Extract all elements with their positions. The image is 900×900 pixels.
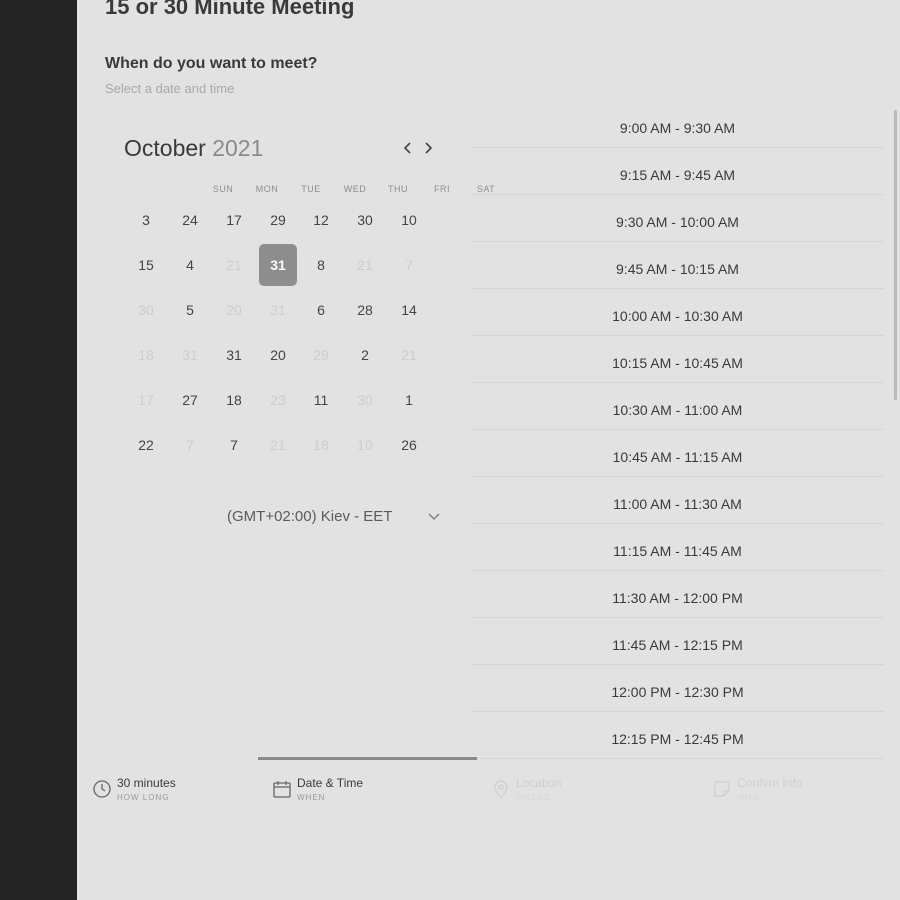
calendar-day: 17 <box>138 392 154 408</box>
time-slot-button[interactable]: 9:15 AM - 9:45 AM <box>471 155 884 195</box>
month-label: October <box>124 135 206 161</box>
calendar-day[interactable]: 7 <box>215 426 253 464</box>
calendar-day[interactable]: 17 <box>215 201 253 239</box>
calendar-day[interactable]: 2 <box>346 336 384 374</box>
section-title: When do you want to meet? <box>105 55 318 72</box>
time-slot-button[interactable]: 9:00 AM - 9:30 AM <box>471 108 884 148</box>
time-slot-button[interactable]: 10:15 AM - 10:45 AM <box>471 343 884 383</box>
calendar-day: 21 <box>226 257 242 273</box>
page-title: 15 or 30 Minute Meeting <box>105 0 355 19</box>
calendar-day[interactable]: 29 <box>259 201 297 239</box>
calendar-day-selected[interactable]: 31 <box>259 244 297 286</box>
weekday-thu: THU <box>388 184 408 194</box>
clock-icon <box>93 780 111 798</box>
time-slot-button[interactable]: 10:45 AM - 11:15 AM <box>471 437 884 477</box>
calendar-day: 21 <box>270 437 286 453</box>
step-subtitle: WHERE <box>516 793 551 802</box>
calendar-day[interactable]: 22 <box>127 426 165 464</box>
time-slot-button[interactable]: 12:15 PM - 12:45 PM <box>471 719 884 759</box>
step-location: Location WHERE <box>490 771 660 807</box>
calendar-day[interactable]: 5 <box>171 291 209 329</box>
step-subtitle: WHEN <box>297 793 326 802</box>
time-slot-scrollbar[interactable] <box>894 110 897 400</box>
active-step-indicator <box>258 757 477 760</box>
calendar-day[interactable]: 31 <box>215 336 253 374</box>
weekday-mon: MON <box>255 184 279 194</box>
calendar-day: 21 <box>357 257 373 273</box>
section-subtitle: Select a date and time <box>105 81 235 96</box>
calendar-day[interactable]: 10 <box>390 201 428 239</box>
step-date-time[interactable]: Date & Time WHEN <box>271 771 441 807</box>
calendar-day: 29 <box>313 347 329 363</box>
step-subtitle: WHO <box>737 793 760 802</box>
step-title: Confirm Info <box>737 776 803 790</box>
calendar-day[interactable]: 11 <box>302 381 340 419</box>
calendar-header: October 2021 <box>124 135 444 165</box>
timezone-label: (GMT+02:00) Kiev - EET <box>227 508 393 525</box>
calendar-day[interactable]: 12 <box>302 201 340 239</box>
time-slot-button[interactable]: 9:45 AM - 10:15 AM <box>471 249 884 289</box>
calendar-day: 30 <box>357 392 373 408</box>
location-pin-icon <box>494 780 508 800</box>
year-label: 2021 <box>212 135 264 161</box>
calendar-day: 31 <box>182 347 198 363</box>
calendar-day[interactable]: 18 <box>215 381 253 419</box>
chevron-left-icon <box>403 142 411 154</box>
time-slot-button[interactable]: 10:30 AM - 11:00 AM <box>471 390 884 430</box>
calendar-day[interactable]: 14 <box>390 291 428 329</box>
step-subtitle: HOW LONG <box>117 793 170 802</box>
left-sidebar <box>0 0 77 900</box>
weekday-wed: WED <box>343 184 367 194</box>
chevron-right-icon <box>425 142 433 154</box>
calendar-day[interactable]: 15 <box>127 246 165 284</box>
time-slot-button[interactable]: 10:00 AM - 10:30 AM <box>471 296 884 336</box>
calendar-day[interactable]: 27 <box>171 381 209 419</box>
chevron-down-icon <box>428 513 440 520</box>
calendar-day: 10 <box>357 437 373 453</box>
step-30-minutes[interactable]: 30 minutes HOW LONG <box>91 771 261 807</box>
month-year-label: October 2021 <box>124 135 263 162</box>
booking-steps: 30 minutes HOW LONG Date & Time WHEN Locatio… <box>77 757 900 817</box>
time-slot-button[interactable]: 11:30 AM - 12:00 PM <box>471 578 884 618</box>
calendar-day: 30 <box>138 302 154 318</box>
time-slot-list: 9:00 AM - 9:30 AM 9:15 AM - 9:45 AM 9:30 A… <box>471 105 884 760</box>
calendar-day[interactable]: 26 <box>390 426 428 464</box>
timezone-select[interactable]: (GMT+02:00) Kiev - EET <box>227 505 452 531</box>
calendar-icon <box>273 781 291 798</box>
step-title: Location <box>516 776 562 790</box>
calendar-day: 7 <box>405 257 413 273</box>
weekday-tue: TUE <box>301 184 321 194</box>
calendar-day[interactable]: 20 <box>259 336 297 374</box>
calendar-day: 21 <box>401 347 417 363</box>
calendar-day[interactable]: 3 <box>127 201 165 239</box>
calendar-day: 20 <box>226 302 242 318</box>
calendar-day[interactable]: 28 <box>346 291 384 329</box>
calendar-day[interactable]: 4 <box>171 246 209 284</box>
calendar-day: 23 <box>270 392 286 408</box>
time-slot-button[interactable]: 11:00 AM - 11:30 AM <box>471 484 884 524</box>
next-month-button[interactable] <box>419 137 437 159</box>
note-icon <box>714 781 730 797</box>
step-title: Date & Time <box>297 776 364 790</box>
calendar-day[interactable]: 6 <box>302 291 340 329</box>
calendar-day[interactable]: 24 <box>171 201 209 239</box>
time-slot-button[interactable]: 9:30 AM - 10:00 AM <box>471 202 884 242</box>
step-confirm-info: Confirm Info WHO <box>711 771 881 807</box>
calendar-day: 18 <box>138 347 154 363</box>
calendar-day[interactable]: 8 <box>302 246 340 284</box>
weekday-sun: SUN <box>212 184 234 194</box>
calendar-day: 18 <box>313 437 329 453</box>
calendar-day: 7 <box>186 437 194 453</box>
calendar-day: 31 <box>270 302 286 318</box>
calendar-day[interactable]: 30 <box>346 201 384 239</box>
time-slot-button[interactable]: 12:00 PM - 12:30 PM <box>471 672 884 712</box>
time-slot-button[interactable]: 11:45 AM - 12:15 PM <box>471 625 884 665</box>
scheduler-panel: 15 or 30 Minute Meeting When do you want… <box>77 0 900 900</box>
time-slot-button[interactable]: 11:15 AM - 11:45 AM <box>471 531 884 571</box>
calendar-day[interactable]: 1 <box>390 381 428 419</box>
weekday-fri: FRI <box>434 184 450 194</box>
step-title: 30 minutes <box>117 776 176 790</box>
previous-month-button[interactable] <box>399 137 417 159</box>
